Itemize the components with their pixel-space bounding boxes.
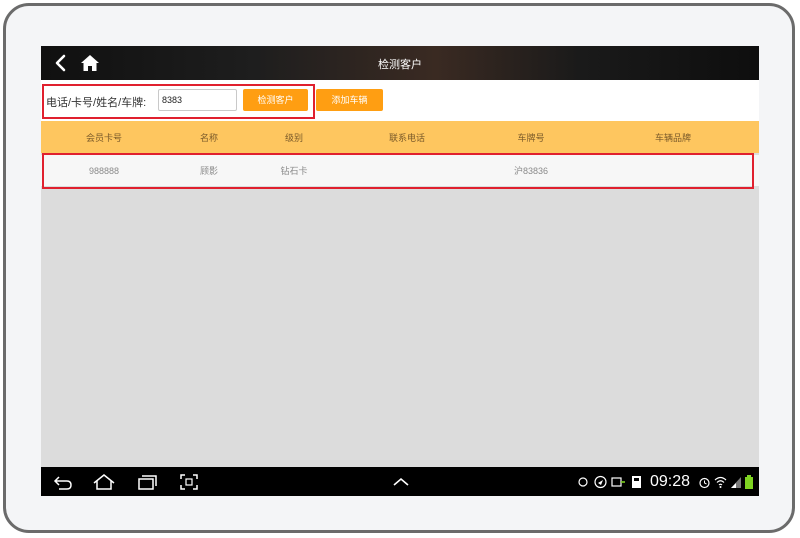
header-card-number: 会员卡号	[85, 132, 122, 143]
chevron-up-icon[interactable]	[391, 472, 411, 492]
cell-card-number: 988888	[88, 165, 120, 176]
cell-plate: 沪83836	[513, 166, 549, 176]
cell-phone	[377, 155, 437, 186]
page-title: 检测客户	[378, 59, 422, 71]
sync-status-icon	[578, 477, 588, 487]
nav-home-icon[interactable]	[91, 472, 117, 492]
alarm-icon	[699, 477, 710, 489]
header-brand: 车辆品牌	[654, 132, 691, 143]
battery-icon	[745, 475, 753, 489]
table-header: 会员卡号 名称 级别 联系电话 车牌号 车辆品牌	[41, 121, 759, 153]
check-customer-button[interactable]: 检测客户	[243, 89, 308, 111]
clock: 09:28	[650, 473, 691, 490]
screenshot-icon[interactable]	[178, 472, 200, 492]
header-phone: 联系电话	[388, 132, 425, 143]
system-nav-bar: 09:28	[41, 467, 759, 496]
storage-status-icon	[632, 476, 641, 488]
signal-icon	[731, 477, 741, 488]
search-input[interactable]: 8383	[158, 89, 237, 111]
cell-brand	[641, 155, 705, 186]
add-vehicle-button[interactable]: 添加车辆	[316, 89, 383, 111]
wifi-icon	[714, 476, 727, 488]
table-row[interactable]: 988888 顾影 钻石卡 沪83836	[41, 155, 759, 186]
usb-status-icon	[611, 477, 625, 487]
cell-level: 钻石卡	[280, 166, 308, 176]
search-row: 电话/卡号/姓名/车牌: 8383 检测客户 添加车辆	[41, 80, 759, 121]
cell-name: 顾影	[199, 166, 218, 176]
search-label: 电话/卡号/姓名/车牌:	[46, 97, 147, 109]
app-screen: 检测客户 电话/卡号/姓名/车牌: 8383 检测客户 添加车辆 会员卡号 名称…	[41, 46, 759, 496]
nav-status-icon	[594, 475, 607, 489]
header-plate: 车牌号	[517, 132, 545, 143]
title-bar: 检测客户	[41, 46, 759, 80]
nav-recent-apps-icon[interactable]	[135, 472, 159, 492]
header-level: 级别	[284, 132, 303, 143]
header-name: 名称	[199, 132, 218, 143]
nav-back-icon[interactable]	[51, 472, 75, 492]
